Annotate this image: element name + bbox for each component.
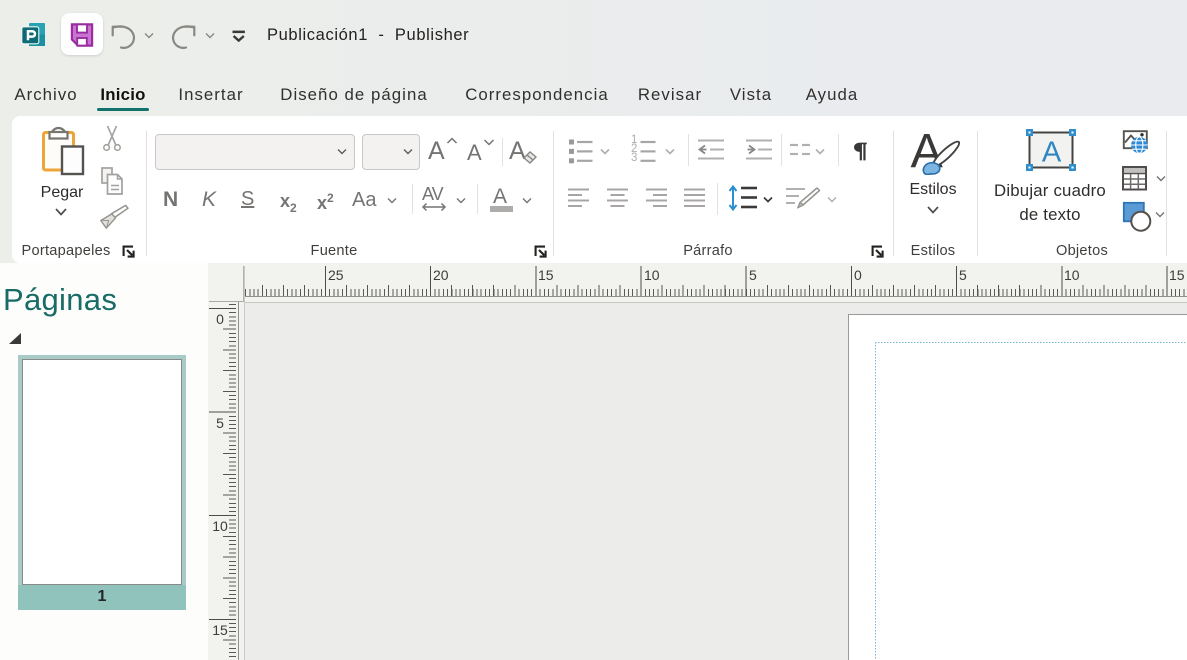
svg-text:A: A (1042, 137, 1062, 169)
